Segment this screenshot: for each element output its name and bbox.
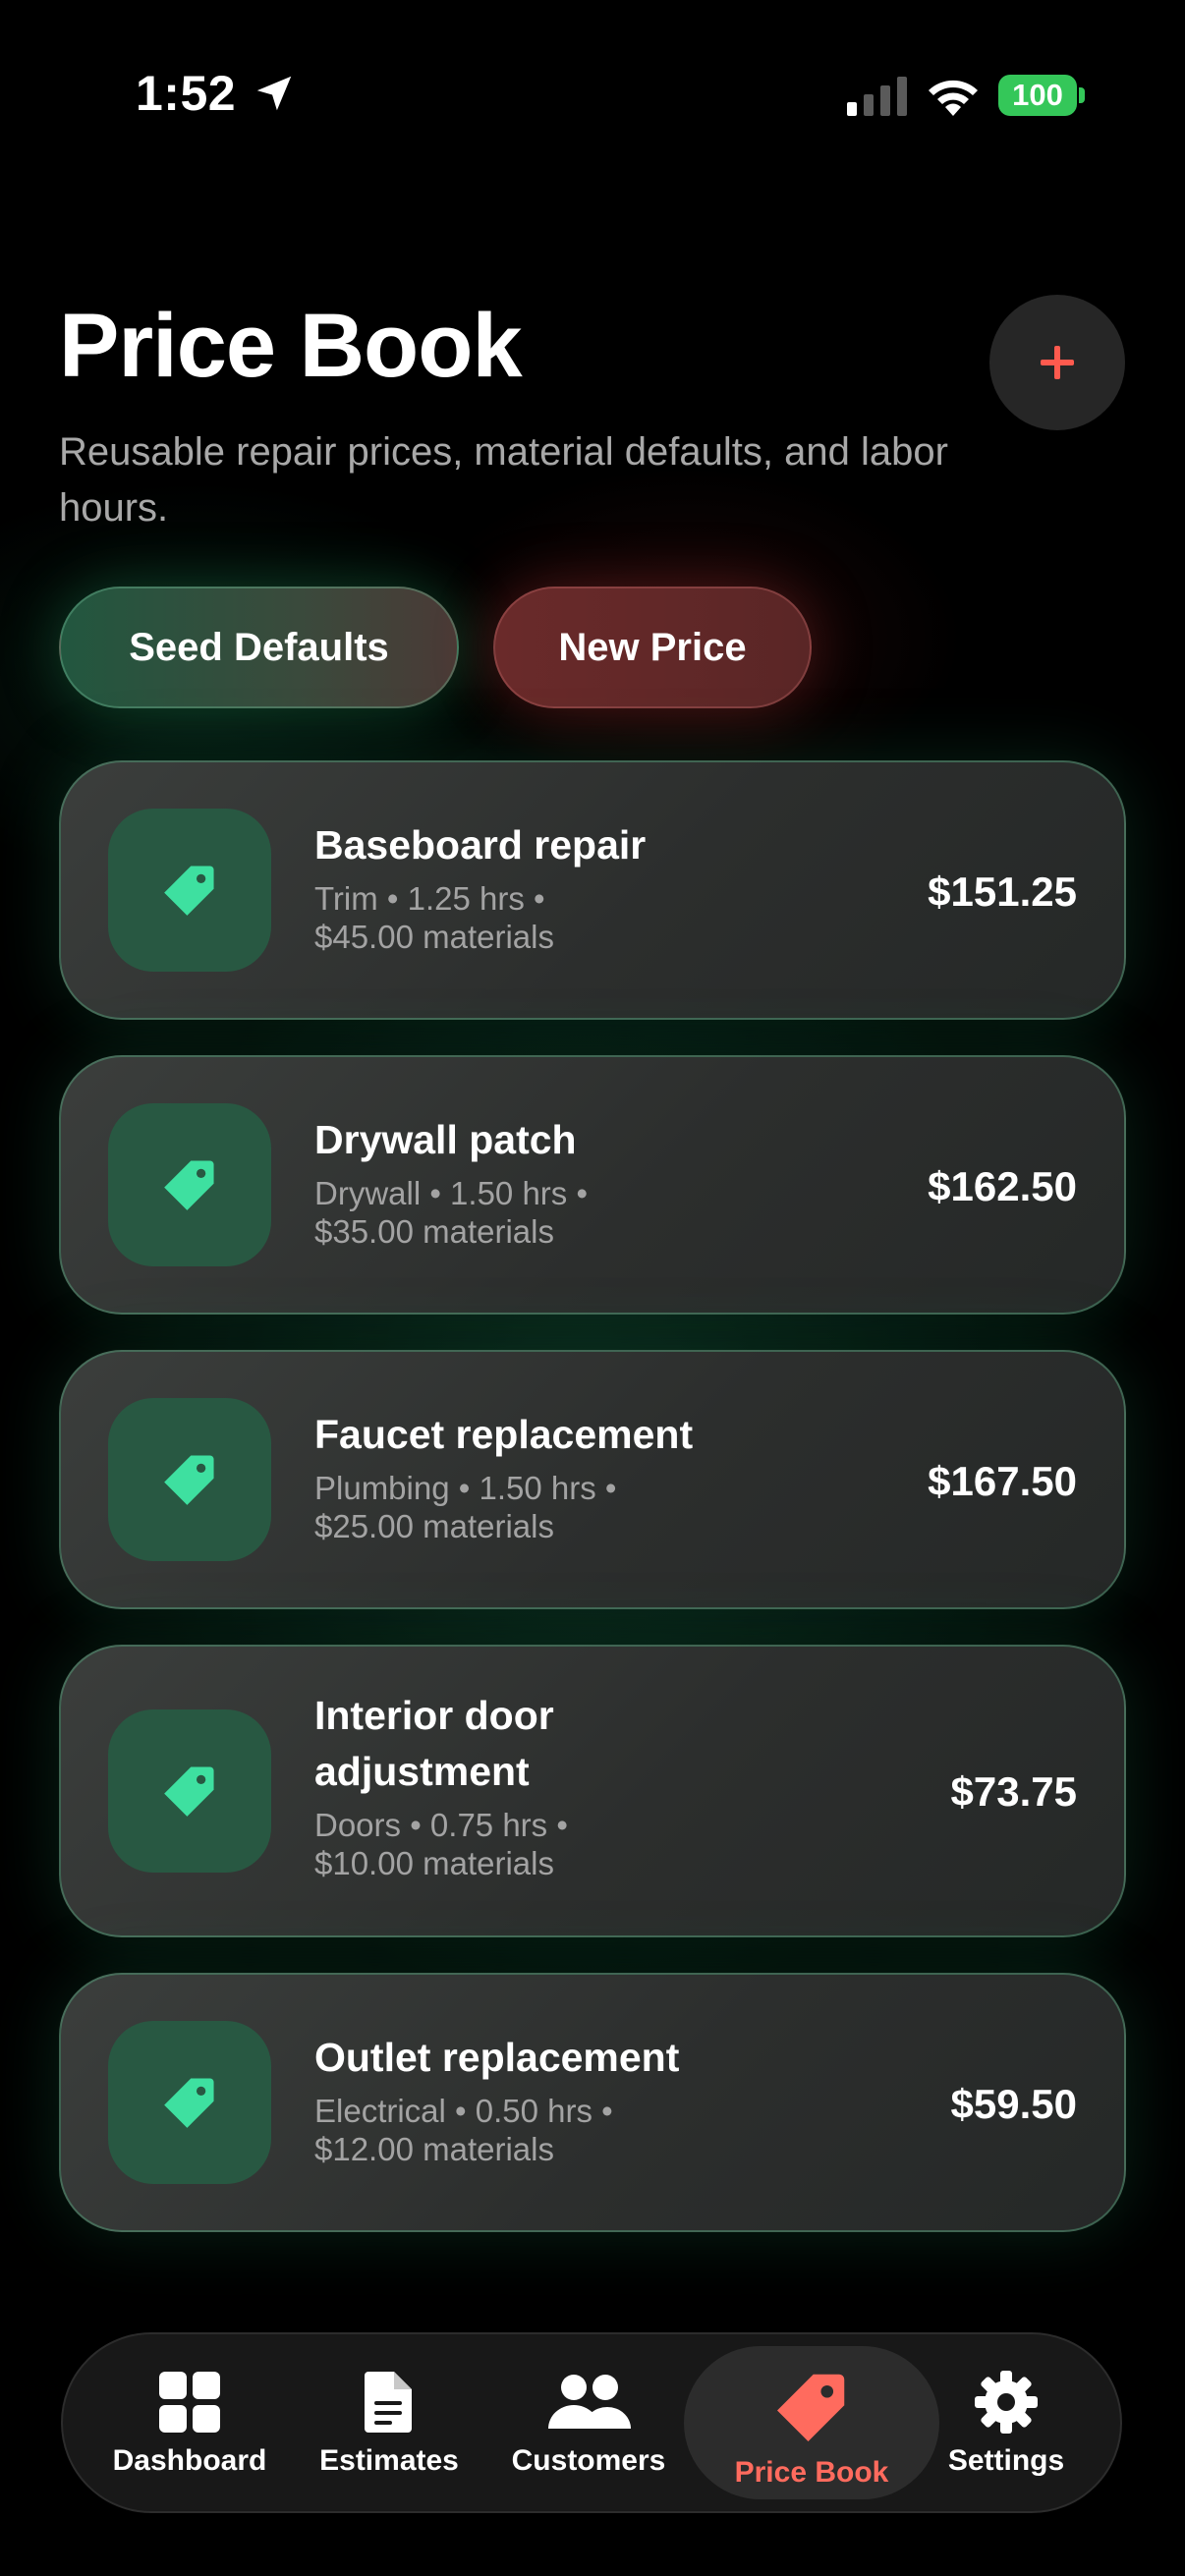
document-icon — [365, 2372, 412, 2433]
price-item-name: Baseboard repair — [314, 822, 647, 868]
price-item-meta-line: Drywall • 1.50 hrs • — [314, 1175, 589, 1211]
price-item-name: Faucet replacement — [314, 1412, 694, 1457]
tag-icon — [777, 2374, 845, 2441]
price-item-card[interactable]: Outlet replacement Electrical • 0.50 hrs… — [59, 1973, 1126, 2232]
price-item-name: Interior door adjustment — [314, 1693, 554, 1794]
price-item-card[interactable]: Drywall patch Drywall • 1.50 hrs • $35.0… — [59, 1055, 1126, 1315]
tag-icon — [164, 1455, 214, 1505]
seed-defaults-button[interactable]: Seed Defaults — [59, 587, 459, 708]
price-item-meta-line: Doors • 0.75 hrs • — [314, 1807, 568, 1843]
price-item-price: $59.50 — [950, 2081, 1077, 2127]
people-icon — [548, 2375, 631, 2429]
price-item-price: $162.50 — [928, 1163, 1077, 1209]
tab-settings[interactable]: Settings — [937, 2334, 1075, 2511]
battery-nub — [1079, 87, 1085, 103]
tab-dashboard[interactable]: Dashboard — [106, 2334, 273, 2511]
page-title: Price Book — [59, 296, 523, 396]
cellular-signal-icon — [847, 77, 907, 116]
tag-icon — [164, 1160, 214, 1210]
tag-icon — [164, 2078, 214, 2128]
add-price-button[interactable] — [989, 295, 1125, 430]
price-item-meta-line: Electrical • 0.50 hrs • — [314, 2093, 613, 2129]
new-price-button[interactable]: New Price — [493, 587, 812, 708]
price-item-card[interactable]: Interior door adjustment Doors • 0.75 hr… — [59, 1645, 1126, 1937]
tab-price-book[interactable]: Price Book — [684, 2346, 939, 2499]
page-subtitle: Reusable repair prices, material default… — [59, 430, 948, 530]
price-item-icon-tile — [108, 1103, 271, 1266]
price-item-card[interactable]: Baseboard repair Trim • 1.25 hrs • $45.0… — [59, 760, 1126, 1020]
price-item-icon-tile — [108, 1709, 271, 1873]
tab-estimates[interactable]: Estimates — [310, 2334, 468, 2511]
tab-label: Settings — [947, 2444, 1065, 2477]
price-item-meta-line: $25.00 materials — [314, 1508, 554, 1544]
price-item-name: Outlet replacement — [314, 2035, 680, 2080]
price-item-meta-line: $10.00 materials — [314, 1845, 554, 1881]
price-item-meta: Plumbing • 1.50 hrs • $25.00 materials — [314, 1469, 865, 1545]
price-item-meta: Doors • 0.75 hrs • $10.00 materials — [314, 1806, 727, 1882]
tag-icon — [164, 866, 214, 916]
tab-label: Dashboard — [112, 2444, 267, 2477]
tab-label: Estimates — [319, 2444, 459, 2477]
price-item-meta-line: $12.00 materials — [314, 2131, 554, 2167]
price-item-text: Interior door adjustment Doors • 0.75 hr… — [314, 1688, 727, 1882]
tab-bar: Dashboard Estimates Customers Price Book — [61, 2332, 1122, 2513]
price-item-text: Drywall patch Drywall • 1.50 hrs • $35.0… — [314, 1112, 865, 1251]
price-item-text: Baseboard repair Trim • 1.25 hrs • $45.0… — [314, 817, 865, 956]
tag-icon — [164, 1766, 214, 1817]
battery-indicator: 100 — [998, 75, 1077, 116]
grid-icon — [159, 2372, 220, 2433]
price-item-meta: Trim • 1.25 hrs • $45.00 materials — [314, 879, 865, 956]
wifi-icon — [929, 80, 978, 116]
tab-label: Customers — [511, 2444, 666, 2477]
gear-icon — [975, 2371, 1038, 2434]
status-time: 1:52 — [136, 66, 237, 121]
price-item-meta-line: Plumbing • 1.50 hrs • — [314, 1470, 617, 1506]
price-item-card[interactable]: Faucet replacement Plumbing • 1.50 hrs •… — [59, 1350, 1126, 1609]
price-item-meta-line: Trim • 1.25 hrs • — [314, 880, 545, 917]
tab-label: Price Book — [734, 2456, 889, 2489]
price-item-meta-line: $35.00 materials — [314, 1213, 554, 1250]
location-arrow-icon — [256, 76, 292, 111]
price-item-meta: Electrical • 0.50 hrs • $12.00 materials — [314, 2092, 865, 2168]
price-item-icon-tile — [108, 809, 271, 972]
status-bar: 1:52 100 — [0, 0, 1185, 196]
price-item-icon-tile — [108, 1398, 271, 1561]
price-item-icon-tile — [108, 2021, 271, 2184]
price-item-meta: Drywall • 1.50 hrs • $35.00 materials — [314, 1174, 865, 1251]
price-item-price: $73.75 — [950, 1768, 1077, 1815]
tab-customers[interactable]: Customers — [505, 2334, 672, 2511]
price-item-text: Outlet replacement Electrical • 0.50 hrs… — [314, 2030, 865, 2168]
price-item-price: $167.50 — [928, 1458, 1077, 1504]
plus-icon — [1041, 346, 1074, 379]
price-item-price: $151.25 — [928, 868, 1077, 915]
price-item-name: Drywall patch — [314, 1117, 577, 1162]
price-item-text: Faucet replacement Plumbing • 1.50 hrs •… — [314, 1407, 865, 1545]
price-item-meta-line: $45.00 materials — [314, 919, 554, 955]
